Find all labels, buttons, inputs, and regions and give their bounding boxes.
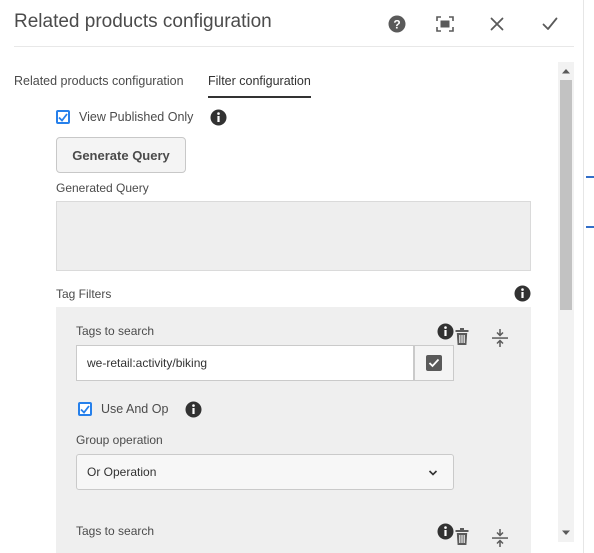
view-published-only-label: View Published Only [79,110,194,124]
close-button[interactable] [485,12,509,36]
use-and-op-row: Use And Op [78,400,202,418]
tag-filters-multifield: Tags to search we-retail:activity/biking… [56,307,531,553]
related-products-dialog: Related products configuration ? Related… [0,0,594,553]
use-and-op-checkbox[interactable] [78,402,92,416]
use-and-op-label: Use And Op [101,402,169,416]
info-icon[interactable] [209,108,227,126]
group-operation-label: Group operation [76,433,163,447]
arrow-down-icon [562,530,570,535]
close-icon [490,17,504,31]
group-operation-value: Or Operation [87,465,157,479]
move-up-down-icon [492,529,508,547]
arrow-up-icon [562,69,570,74]
trash-icon [455,527,469,545]
help-icon: ? [388,15,406,33]
scroll-up-button[interactable] [558,64,574,78]
tag-filters-label: Tag Filters [56,287,112,301]
header-divider [14,46,574,47]
done-button[interactable] [538,12,562,36]
tags-to-search-label: Tags to search [76,324,155,338]
tag-picker-button[interactable] [414,345,454,381]
fullscreen-button[interactable] [433,12,457,36]
reorder-item-handle[interactable] [490,328,510,348]
view-published-only-row: View Published Only [56,108,227,126]
generate-query-button[interactable]: Generate Query [56,137,186,173]
scrollbar-thumb[interactable] [560,80,572,310]
tags-to-search-input[interactable]: we-retail:activity/biking [76,345,414,381]
svg-text:?: ? [393,18,400,32]
generated-query-label: Generated Query [56,181,149,195]
dialog-header: Related products configuration ? [0,0,584,46]
tags-to-search-label: Tags to search [76,524,155,538]
scroll-down-button[interactable] [558,526,574,540]
group-operation-select[interactable]: Or Operation [76,454,454,490]
move-up-down-icon [492,329,508,347]
background-accent-line [586,176,594,178]
fullscreen-icon [436,16,454,32]
info-icon[interactable] [513,284,531,302]
info-icon[interactable] [184,400,202,418]
checkmark-icon [80,404,90,414]
view-published-only-checkbox[interactable] [56,110,70,124]
vertical-scrollbar[interactable] [558,62,574,542]
reorder-item-handle[interactable] [490,528,510,548]
checkmark-icon [542,17,558,30]
delete-item-button[interactable] [452,526,472,546]
dialog-title: Related products configuration [14,11,272,32]
delete-item-button[interactable] [452,326,472,346]
checkbox-checked-icon [426,355,442,371]
tab-filter-configuration[interactable]: Filter configuration [208,74,311,98]
help-button[interactable]: ? [385,12,409,36]
tab-panel-filter-configuration: View Published Only Generate Query Gener… [0,100,556,553]
tab-related-products-configuration[interactable]: Related products configuration [14,74,184,96]
chevron-down-icon [428,470,438,476]
background-page-edge [583,0,594,553]
checkmark-icon [58,112,68,122]
tab-list: Related products configuration Filter co… [14,70,554,100]
generated-query-textarea[interactable] [56,201,531,271]
background-accent-line [586,226,594,228]
trash-icon [455,327,469,345]
